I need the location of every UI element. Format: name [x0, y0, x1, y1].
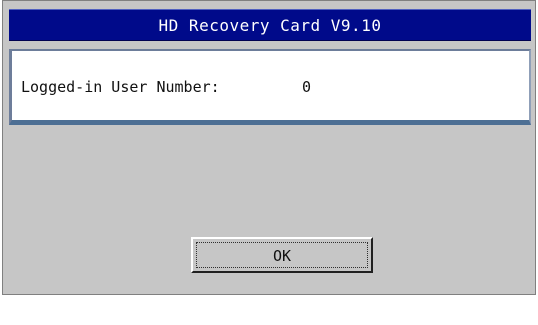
logged-in-user-value: 0 — [302, 78, 312, 96]
dialog-window: HD Recovery Card V9.10 Logged-in User Nu… — [2, 0, 536, 295]
ok-button-label: OK — [272, 247, 292, 265]
title-bar: HD Recovery Card V9.10 — [9, 9, 531, 41]
window-title: HD Recovery Card V9.10 — [158, 16, 382, 35]
ok-button[interactable]: OK — [191, 237, 373, 273]
logged-in-user-label: Logged-in User Number: — [21, 78, 220, 96]
info-panel: Logged-in User Number: 0 — [9, 49, 531, 125]
